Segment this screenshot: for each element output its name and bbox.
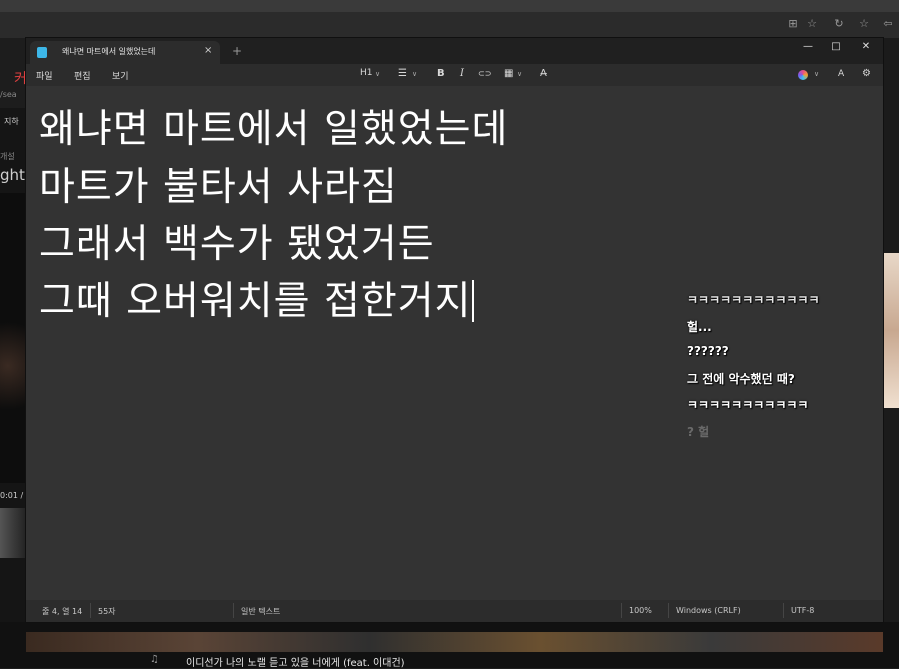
status-bar: 줄 4, 열 14 55자 일반 텍스트 100% Windows (CRLF)…: [26, 600, 883, 622]
chevron-down-icon: ∨: [412, 70, 418, 78]
menu-file[interactable]: 파일: [36, 69, 53, 82]
char-count: 55자: [98, 607, 116, 616]
chat-message: ㅋㅋㅋㅋㅋㅋㅋㅋㅋㅋㅋㅋ: [687, 293, 820, 307]
tab-title: 왜냐면 마트에서 일했었는데: [62, 47, 156, 56]
notepad-app-icon: [37, 47, 47, 58]
video-time: 0:01 /: [0, 491, 24, 500]
minimize-icon[interactable]: —: [798, 41, 818, 52]
text-caret: [472, 280, 475, 322]
notepad-window: 왜냐면 마트에서 일했었는데 × + — □ ✕ 파일 편집 보기 H1 ∨ ☰…: [26, 38, 883, 622]
chevron-down-icon: ∨: [517, 70, 523, 78]
chat-message: ? 헐: [687, 425, 710, 439]
left-snippet: 개설: [0, 152, 15, 161]
settings-icon[interactable]: ⚙: [862, 68, 871, 79]
encoding[interactable]: UTF-8: [791, 606, 814, 615]
cursor-position: 줄 4, 열 14: [42, 607, 83, 616]
menu-bar: 파일 편집 보기 H1 ∨ ☰ ∨ B I ⊂⊃ ▦ ∨ A̶ ∨ A ⚙: [26, 64, 883, 86]
close-icon[interactable]: ✕: [856, 41, 876, 52]
link-icon[interactable]: ⊂⊃: [478, 69, 491, 78]
status-divider: [233, 603, 234, 618]
zoom-level[interactable]: 100%: [629, 606, 652, 615]
maximize-icon[interactable]: □: [826, 41, 846, 52]
chat-message: ㅋㅋㅋㅋㅋㅋㅋㅋㅋㅋㅋ: [687, 398, 809, 412]
background-page-left: 커 /sea 지하 개설 ghts 0:01 /: [0, 38, 27, 638]
video-thumbnail-strip: [26, 632, 883, 652]
list-icon[interactable]: ☰: [398, 68, 407, 79]
favorite-icon[interactable]: ☆: [806, 18, 818, 30]
favorites-bar-icon[interactable]: ☆: [858, 18, 870, 30]
profile-icon[interactable]: A: [838, 69, 844, 79]
status-divider: [90, 603, 91, 618]
extensions-icon[interactable]: ⊞: [787, 18, 799, 30]
browser-tabstrip: [0, 0, 899, 12]
refresh-icon[interactable]: ↻: [833, 18, 845, 30]
editor-line-text: 그때 오버워치를 접한거지: [39, 279, 472, 324]
tab-close-icon[interactable]: ×: [204, 45, 212, 56]
copilot-icon[interactable]: [798, 70, 808, 80]
editor-line: 왜냐면 마트에서 일했었는데: [39, 107, 509, 152]
chat-message: 그 전에 악수했던 때?: [687, 372, 795, 386]
title-bar: 왜냐면 마트에서 일했었는데 × + — □ ✕: [26, 38, 883, 64]
menu-edit[interactable]: 편집: [74, 69, 91, 82]
left-snippet: /sea: [0, 90, 17, 99]
italic-button[interactable]: I: [460, 68, 464, 79]
browser-toolbar: [0, 12, 899, 39]
editor-line-current: 그때 오버워치를 접한거지: [39, 279, 475, 324]
chat-message: 헐...: [687, 320, 712, 334]
share-icon[interactable]: ⇦: [882, 18, 894, 30]
document-tab[interactable]: 왜냐면 마트에서 일했었는데 ×: [30, 41, 220, 64]
clear-format-icon[interactable]: A̶: [540, 68, 547, 79]
music-icon: ♫: [150, 654, 159, 665]
line-ending[interactable]: Windows (CRLF): [676, 606, 741, 615]
chevron-down-icon: ∨: [814, 70, 820, 78]
text-format: 일반 텍스트: [241, 607, 281, 616]
left-snippet: ghts: [0, 166, 26, 184]
bold-button[interactable]: B: [437, 68, 445, 79]
chat-message: ??????: [687, 344, 729, 358]
table-icon[interactable]: ▦: [504, 68, 513, 79]
chevron-down-icon: ∨: [375, 70, 381, 78]
status-divider: [668, 603, 669, 618]
heading-button[interactable]: H1: [360, 68, 373, 78]
editor-line: 그래서 백수가 됐었거든: [39, 222, 435, 267]
status-divider: [621, 603, 622, 618]
editor-line: 마트가 불타서 사라짐: [39, 165, 398, 210]
new-tab-icon[interactable]: +: [232, 44, 242, 58]
text-editor[interactable]: 왜냐면 마트에서 일했었는데 마트가 불타서 사라짐 그래서 백수가 됐었거든 …: [26, 86, 883, 600]
status-divider: [783, 603, 784, 618]
menu-view[interactable]: 보기: [112, 69, 129, 82]
side-thumbnail: [884, 253, 899, 408]
now-playing: 이디선가 나의 노랠 듣고 있을 너에게 (feat. 이대건): [186, 658, 405, 669]
